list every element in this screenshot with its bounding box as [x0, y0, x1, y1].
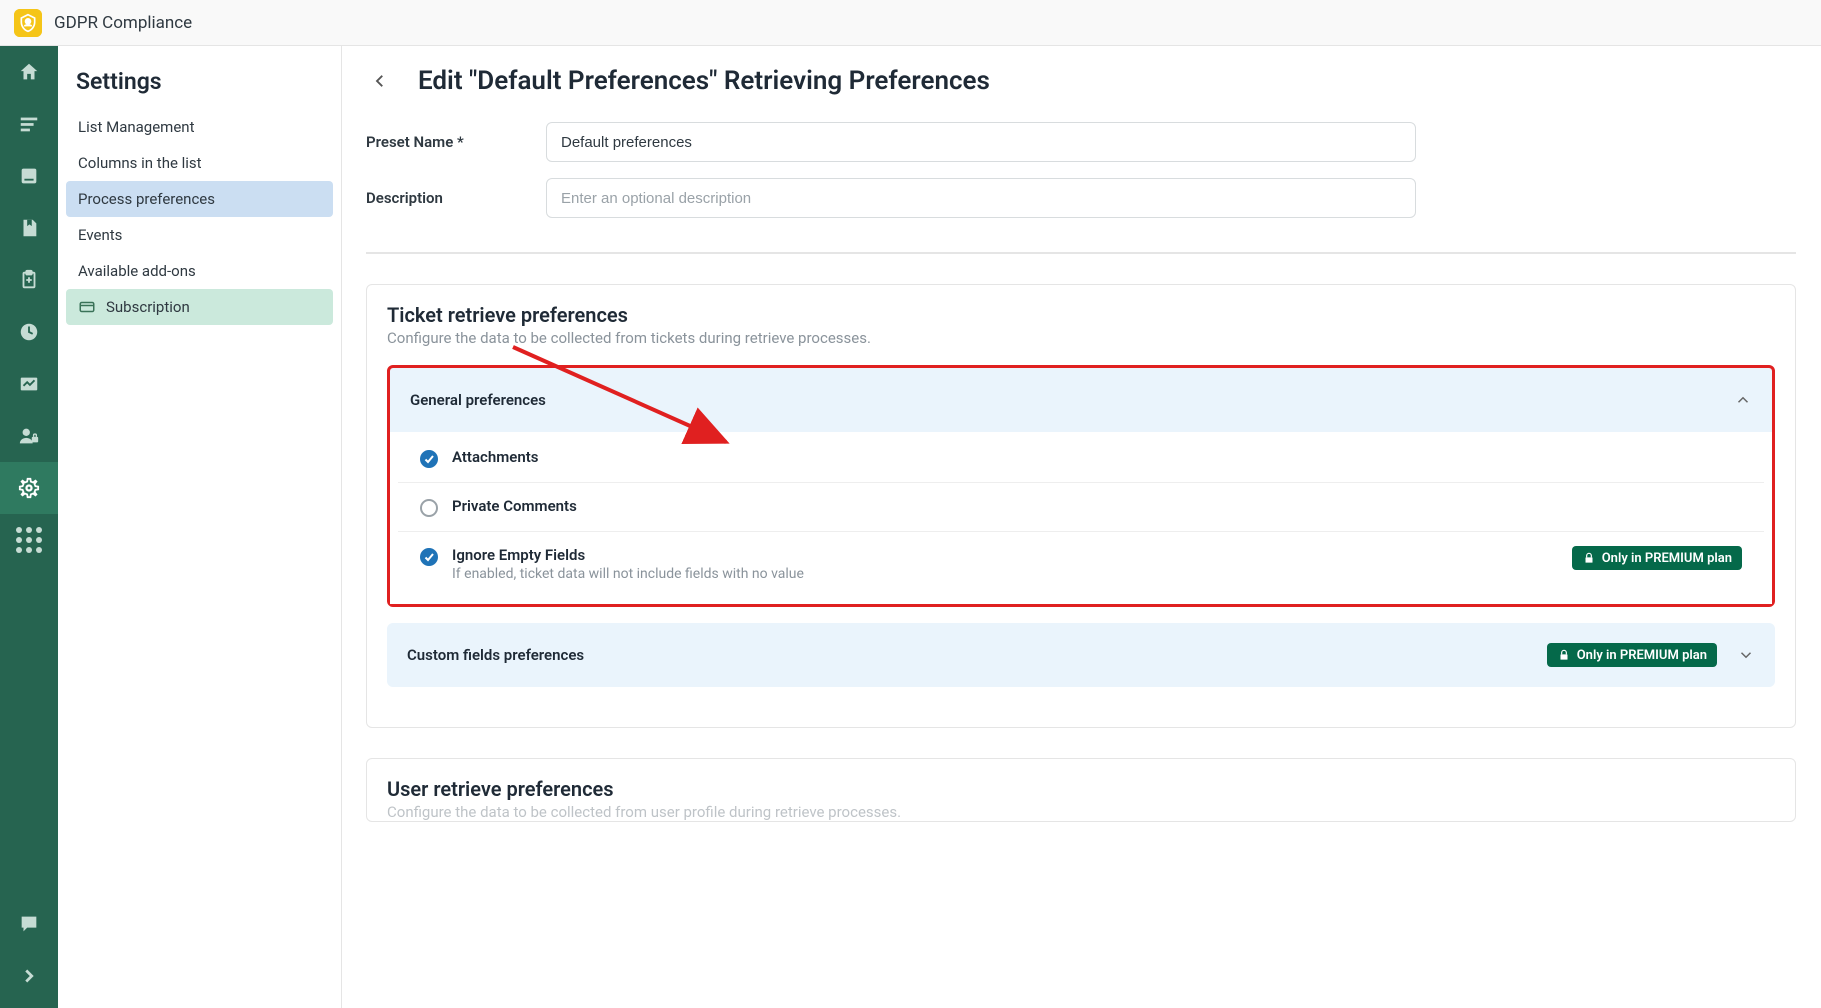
option-label: Private Comments — [452, 497, 577, 515]
user-panel-title: User retrieve preferences — [387, 777, 1775, 801]
checkbox-private-comments[interactable] — [420, 499, 438, 517]
ticket-retrieve-panel: Ticket retrieve preferences Configure th… — [366, 284, 1796, 728]
settings-title: Settings — [66, 58, 333, 109]
sidebar-item-label: Process preferences — [78, 190, 215, 208]
chevron-down-icon — [1737, 646, 1755, 664]
sidebar-item-process-preferences[interactable]: Process preferences — [66, 181, 333, 217]
rail-apps-icon[interactable] — [0, 514, 58, 566]
preset-name-label: Preset Name * — [366, 133, 546, 151]
left-rail — [0, 46, 58, 1008]
general-preferences-accordion: General preferences Attachments — [387, 365, 1775, 607]
rail-clipboard-icon[interactable] — [0, 254, 58, 306]
rail-chat-icon[interactable] — [0, 898, 58, 950]
lock-icon — [1582, 551, 1596, 565]
checkbox-attachments[interactable] — [420, 450, 438, 468]
settings-sidebar: Settings List Management Columns in the … — [58, 46, 342, 1008]
option-label: Ignore Empty Fields — [452, 546, 804, 564]
sidebar-item-label: Columns in the list — [78, 154, 202, 172]
brand-icon — [14, 9, 42, 37]
user-retrieve-panel: User retrieve preferences Configure the … — [366, 758, 1796, 822]
rail-clock-icon[interactable] — [0, 306, 58, 358]
premium-label: Only in PREMIUM plan — [1577, 648, 1707, 663]
general-preferences-header[interactable]: General preferences — [390, 368, 1772, 432]
page-title: Edit "Default Preferences" Retrieving Pr… — [418, 66, 990, 96]
rail-book-icon[interactable] — [0, 202, 58, 254]
accordion-title: Custom fields preferences — [407, 646, 584, 664]
chevron-up-icon — [1734, 391, 1752, 409]
app-title: GDPR Compliance — [54, 13, 192, 33]
rail-user-lock-icon[interactable] — [0, 410, 58, 462]
sidebar-item-addons[interactable]: Available add-ons — [66, 253, 333, 289]
user-panel-desc: Configure the data to be collected from … — [387, 803, 1775, 821]
description-label: Description — [366, 189, 546, 207]
premium-badge: Only in PREMIUM plan — [1572, 546, 1742, 570]
sidebar-item-events[interactable]: Events — [66, 217, 333, 253]
sidebar-item-label: Subscription — [106, 298, 190, 316]
option-label: Attachments — [452, 448, 538, 466]
sidebar-item-list-management[interactable]: List Management — [66, 109, 333, 145]
option-sublabel: If enabled, ticket data will not include… — [452, 566, 804, 582]
sidebar-item-label: List Management — [78, 118, 194, 136]
custom-fields-header[interactable]: Custom fields preferences Only in PREMIU… — [387, 623, 1775, 687]
ticket-panel-desc: Configure the data to be collected from … — [387, 329, 1775, 347]
ticket-panel-title: Ticket retrieve preferences — [387, 303, 1775, 327]
rail-gear-icon[interactable] — [0, 462, 58, 514]
option-attachments[interactable]: Attachments — [398, 434, 1764, 483]
rail-card-icon[interactable] — [0, 150, 58, 202]
back-button[interactable] — [366, 67, 394, 95]
premium-label: Only in PREMIUM plan — [1602, 551, 1732, 566]
sidebar-item-label: Available add-ons — [78, 262, 196, 280]
topbar: GDPR Compliance — [0, 0, 1821, 46]
option-private-comments[interactable]: Private Comments — [398, 483, 1764, 532]
checkbox-ignore-empty[interactable] — [420, 548, 438, 566]
chevron-left-icon — [371, 72, 389, 90]
description-input[interactable] — [546, 178, 1416, 218]
rail-chart-icon[interactable] — [0, 358, 58, 410]
credit-card-icon — [78, 298, 96, 316]
rail-collapse-icon[interactable] — [0, 950, 58, 1002]
general-preferences-body: Attachments Private Comments — [390, 432, 1772, 604]
main-content: Edit "Default Preferences" Retrieving Pr… — [342, 46, 1821, 1008]
custom-fields-accordion: Custom fields preferences Only in PREMIU… — [387, 623, 1775, 687]
premium-badge: Only in PREMIUM plan — [1547, 643, 1717, 667]
divider — [366, 252, 1796, 254]
sidebar-item-columns[interactable]: Columns in the list — [66, 145, 333, 181]
preset-name-input[interactable] — [546, 122, 1416, 162]
sidebar-item-label: Events — [78, 226, 122, 244]
option-ignore-empty-fields[interactable]: Ignore Empty Fields If enabled, ticket d… — [398, 532, 1764, 596]
accordion-title: General preferences — [410, 391, 546, 409]
rail-list-icon[interactable] — [0, 98, 58, 150]
rail-home-icon[interactable] — [0, 46, 58, 98]
sidebar-item-subscription[interactable]: Subscription — [66, 289, 333, 325]
lock-icon — [1557, 648, 1571, 662]
